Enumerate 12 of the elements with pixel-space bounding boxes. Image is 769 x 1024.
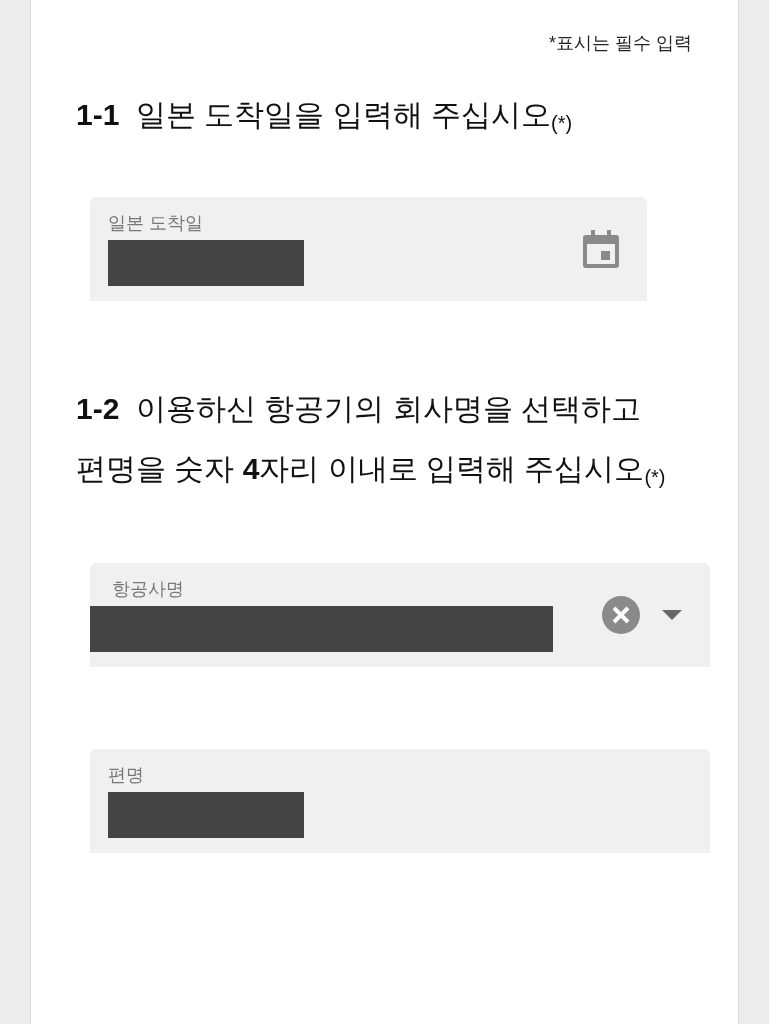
dropdown-caret-icon[interactable]	[662, 610, 682, 620]
question-heading: 1-1 일본 도착일을 입력해 주십시오$_{(*)}$	[75, 97, 574, 136]
field-label: 항공사명	[111, 578, 185, 600]
input-field[interactable]: 일본 도착일	[90, 197, 647, 301]
required-note: *표시는 필수 입력	[549, 32, 692, 55]
question-heading: 1-2 이용하신 항공기의 회사명을 선택하고 편명을 숫자 4자리 이내로 입력해 주십시오$_{(*)}$	[75, 391, 667, 490]
clear-icon[interactable]	[602, 596, 640, 634]
calendar-icon[interactable]	[583, 230, 619, 268]
field-label: 일본 도착일	[108, 212, 204, 234]
select-field[interactable]: 항공사명	[90, 563, 710, 667]
field-label: 편명	[108, 764, 145, 786]
input-field[interactable]: 편명	[90, 749, 710, 853]
